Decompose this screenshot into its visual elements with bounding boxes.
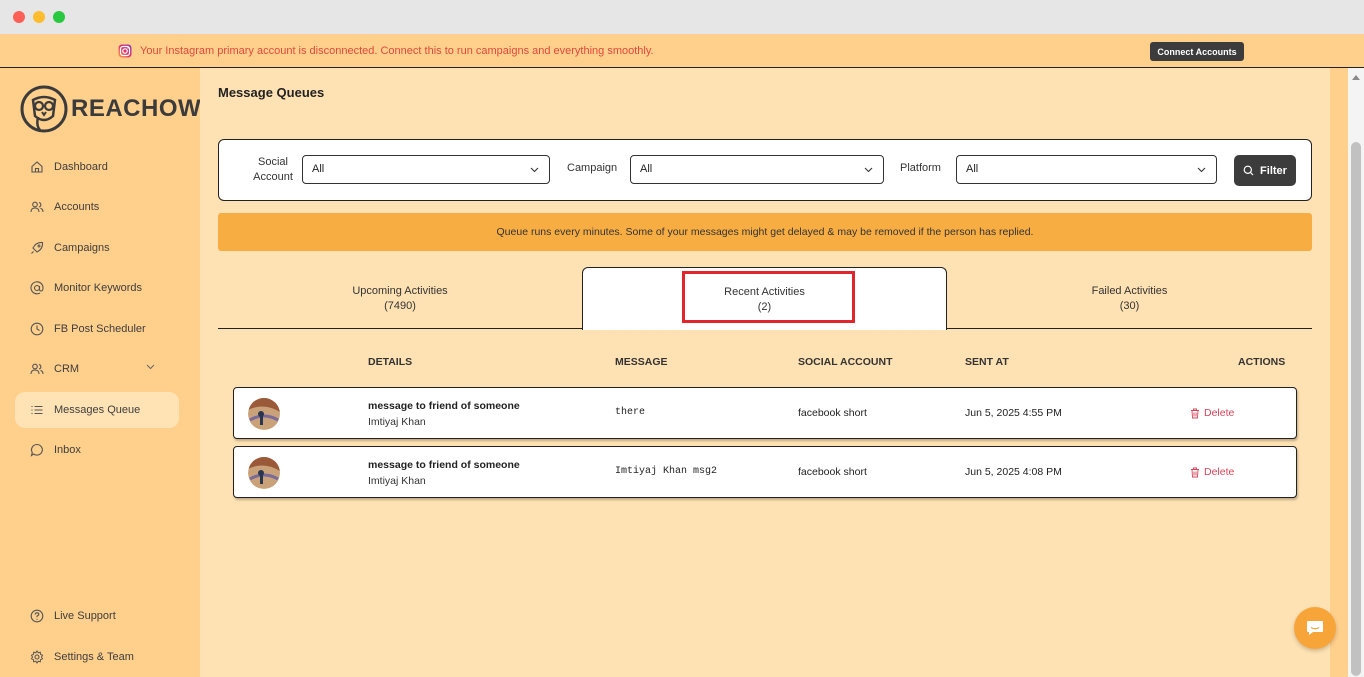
sidebar-item-dashboard[interactable]: Dashboard [15, 149, 179, 185]
header-actions: ACTIONS [1238, 356, 1286, 368]
minimize-window-button[interactable] [33, 11, 45, 23]
tab-label: Upcoming Activities [352, 285, 448, 297]
maximize-window-button[interactable] [53, 11, 65, 23]
chevron-down-icon [864, 167, 873, 173]
header-social-account: SOCIAL ACCOUNT [798, 356, 893, 368]
sidebar-item-label: Settings & Team [54, 651, 134, 663]
header-message: MESSAGE [615, 356, 668, 368]
instagram-icon [118, 44, 132, 58]
delete-label: Delete [1204, 466, 1235, 478]
campaign-select[interactable]: All [630, 155, 884, 184]
sidebar-item-accounts[interactable]: Accounts [15, 189, 179, 225]
row-social-account: facebook short [798, 407, 867, 419]
social-account-select[interactable]: All [302, 155, 550, 184]
logo[interactable]: REACHOWL [20, 84, 216, 136]
row-name: Imtiyaj Khan [368, 416, 426, 428]
search-icon [1243, 165, 1254, 176]
page-title: Message Queues [218, 85, 325, 100]
row-name: Imtiyaj Khan [368, 475, 426, 487]
tab-failed-activities[interactable]: Failed Activities (30) [947, 267, 1312, 329]
logo-text: REACHOWL [71, 95, 217, 122]
sidebar-item-label: CRM [54, 363, 80, 375]
table-row: message to friend of someone Imtiyaj Kha… [233, 387, 1297, 439]
sidebar-item-inbox[interactable]: Inbox [15, 432, 179, 468]
header-details: DETAILS [368, 356, 413, 368]
owl-logo-icon [20, 85, 68, 133]
delete-button[interactable]: Delete [1190, 407, 1234, 419]
sidebar-item-messages-queue[interactable]: Messages Queue [15, 392, 179, 428]
sidebar-item-settings-team[interactable]: Settings & Team [15, 639, 179, 675]
home-icon [31, 161, 43, 173]
rocket-icon [31, 241, 44, 254]
delete-label: Delete [1204, 407, 1235, 419]
close-window-button[interactable] [13, 11, 25, 23]
filter-panel: Social Account All Campaign All Platform… [218, 139, 1312, 201]
filter-label: Filter [1260, 164, 1287, 177]
tab-count: (30) [1119, 300, 1140, 312]
sidebar-item-label: Live Support [54, 610, 116, 622]
sidebar-item-label: Accounts [54, 201, 100, 213]
connect-accounts-button[interactable]: Connect Accounts [1150, 42, 1244, 61]
sidebar-item-crm[interactable]: CRM [15, 351, 179, 387]
sidebar-item-monitor-keywords[interactable]: Monitor Keywords [15, 270, 179, 306]
avatar [248, 398, 280, 430]
banner-message: Your Instagram primary account is discon… [140, 45, 654, 57]
help-icon [30, 609, 44, 623]
social-account-label: Social Account [253, 156, 293, 183]
sidebar-item-campaigns[interactable]: Campaigns [15, 230, 179, 266]
row-message: there [615, 407, 646, 418]
right-gutter [1330, 68, 1348, 677]
chevron-down-icon [530, 167, 539, 173]
disconnect-banner: Your Instagram primary account is discon… [0, 34, 1364, 68]
chevron-down-icon [146, 364, 155, 370]
platform-label: Platform [900, 162, 941, 174]
row-sent-at: Jun 5, 2025 4:55 PM [965, 407, 1062, 419]
at-icon [30, 281, 44, 295]
row-title: message to friend of someone [368, 400, 520, 412]
list-icon [31, 405, 43, 415]
sidebar-item-label: FB Post Scheduler [54, 323, 146, 335]
platform-value: All [966, 163, 979, 175]
header-sent-at: SENT AT [965, 356, 1009, 368]
sidebar-item-fb-post-scheduler[interactable]: FB Post Scheduler [15, 311, 179, 347]
chat-icon [30, 443, 43, 457]
users-icon [30, 201, 44, 213]
avatar [248, 457, 280, 489]
live-chat-button[interactable] [1294, 607, 1336, 649]
scroll-up-icon[interactable] [1352, 74, 1360, 80]
delete-button[interactable]: Delete [1190, 466, 1234, 478]
sidebar-item-label: Messages Queue [54, 404, 141, 416]
row-message: Imtiyaj Khan msg2 [615, 466, 718, 477]
chat-bubble-icon [1307, 621, 1323, 635]
scrollbar-thumb[interactable] [1351, 142, 1361, 676]
platform-select[interactable]: All [956, 155, 1217, 184]
filter-button[interactable]: Filter [1234, 155, 1296, 186]
trash-icon [1191, 467, 1199, 477]
sidebar: REACHOWL Dashboard Accounts Campaigns Mo… [0, 68, 216, 677]
campaign-value: All [640, 163, 653, 175]
sidebar-item-label: Dashboard [54, 161, 108, 173]
window-titlebar [0, 0, 1364, 34]
sidebar-item-label: Campaigns [54, 242, 110, 254]
trash-icon [1191, 408, 1199, 418]
sidebar-item-label: Inbox [54, 444, 81, 456]
queue-notice: Queue runs every minutes. Some of your m… [218, 213, 1312, 251]
sidebar-item-label: Monitor Keywords [54, 282, 143, 294]
row-sent-at: Jun 5, 2025 4:08 PM [965, 466, 1062, 478]
campaign-label: Campaign [567, 162, 618, 174]
table-row: message to friend of someone Imtiyaj Kha… [233, 446, 1297, 498]
tab-upcoming-activities[interactable]: Upcoming Activities (7490) [218, 267, 582, 329]
row-title: message to friend of someone [368, 459, 520, 471]
tab-label: Failed Activities [1091, 285, 1168, 297]
social-account-value: All [312, 163, 325, 175]
highlight-box [682, 271, 855, 323]
sidebar-item-live-support[interactable]: Live Support [15, 598, 179, 634]
row-social-account: facebook short [798, 466, 867, 478]
tab-count: (7490) [384, 300, 416, 312]
users-icon [30, 363, 44, 375]
chevron-down-icon [1197, 167, 1206, 173]
clock-icon [30, 322, 44, 336]
gear-icon [30, 650, 44, 664]
